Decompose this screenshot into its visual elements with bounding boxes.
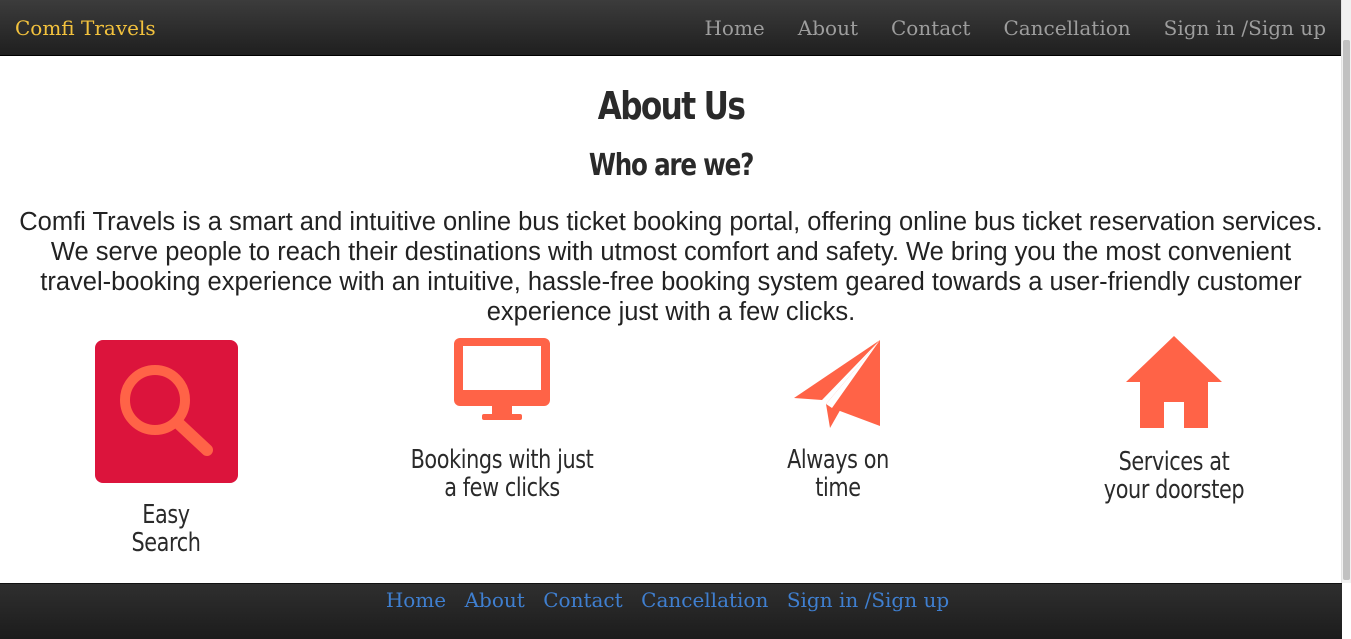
- footer-link-cancellation[interactable]: Cancellation: [641, 588, 768, 612]
- paper-plane-icon: [794, 340, 880, 428]
- page-scrollbar[interactable]: [1341, 0, 1351, 583]
- brand-logo-link[interactable]: Comfi Travels: [15, 14, 156, 42]
- feature-on-time: Always on time: [708, 338, 968, 502]
- nav-link-sign-in[interactable]: Sign in /Sign up: [1164, 14, 1326, 42]
- feature-bookings: Bookings with just a few clicks: [372, 338, 632, 502]
- nav-link-cancellation[interactable]: Cancellation: [1003, 14, 1130, 42]
- search-icon: [94, 340, 238, 483]
- footer-link-contact[interactable]: Contact: [543, 588, 622, 612]
- feature-label: Bookings with just a few clicks: [410, 445, 594, 503]
- feature-label: Always on time: [787, 445, 889, 503]
- intro-paragraph: Comfi Travels is a smart and intuitive o…: [19, 208, 1323, 326]
- nav-link-about[interactable]: About: [798, 14, 858, 42]
- feature-easy-search: Easy Search: [36, 340, 296, 557]
- feature-label: Services at your doorstep: [1103, 447, 1245, 505]
- footer: Home About Contact Cancellation Sign in …: [0, 583, 1342, 639]
- scrollbar-thumb[interactable]: [1343, 40, 1350, 580]
- monitor-icon: [454, 338, 550, 420]
- main-content: About Us Who are we? Comfi Travels is a …: [0, 56, 1342, 583]
- page-subtitle: Who are we?: [588, 148, 754, 183]
- nav-link-home[interactable]: Home: [704, 14, 764, 42]
- home-icon: [1126, 336, 1222, 428]
- footer-link-home[interactable]: Home: [386, 588, 446, 612]
- footer-link-sign-in[interactable]: Sign in /Sign up: [787, 588, 949, 612]
- feature-label: Easy Search: [131, 500, 201, 558]
- nav-links: Home About Contact Cancellation Sign in …: [671, 14, 1326, 42]
- footer-links: Home About Contact Cancellation Sign in …: [0, 586, 1335, 614]
- top-navbar: Comfi Travels Home About Contact Cancell…: [0, 0, 1342, 56]
- feature-doorstep: Services at your doorstep: [1044, 336, 1304, 504]
- page-title: About Us: [597, 84, 746, 128]
- footer-link-about[interactable]: About: [465, 588, 525, 612]
- nav-link-contact[interactable]: Contact: [891, 14, 970, 42]
